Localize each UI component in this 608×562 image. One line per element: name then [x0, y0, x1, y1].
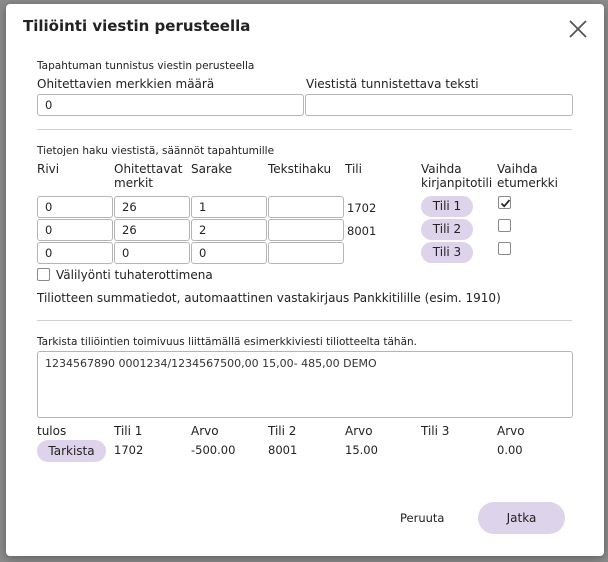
cancel-button[interactable]: Peruuta [400, 511, 444, 525]
skip-chars-input[interactable] [37, 94, 304, 116]
sample-message-textarea[interactable] [37, 351, 573, 418]
rule-column-input[interactable] [191, 196, 267, 218]
account1-header: Tili 1 [114, 424, 143, 438]
swap-account-1-button[interactable]: Tili 1 [421, 196, 473, 217]
check-section-label: Tarkista tiliöintien toimivuus liittämäl… [37, 336, 418, 348]
result-account1: 1702 [114, 443, 144, 457]
rule-row-input[interactable] [37, 196, 113, 218]
result-header: tulos [37, 424, 67, 438]
check-button[interactable]: Tarkista [37, 440, 106, 462]
rule-text-input[interactable] [268, 219, 344, 241]
divider [37, 129, 572, 130]
identify-text-label: Viestistä tunnistettava teksti [306, 77, 479, 91]
result-value2: 15.00 [345, 443, 378, 457]
thousands-separator-checkbox[interactable] [37, 268, 50, 281]
swap-account-2-button[interactable]: Tili 2 [421, 219, 473, 240]
dialog-title: Tiliöinti viestin perusteella [23, 17, 251, 35]
rule-text-input[interactable] [268, 196, 344, 218]
result-value1: -500.00 [191, 443, 236, 457]
rule-skip-input[interactable] [114, 219, 190, 241]
skip-chars-label: Ohitettavien merkkien määrä [37, 77, 215, 91]
header-swap-account: Vaihda kirjanpitotili [421, 162, 493, 190]
result-value3: 0.00 [497, 443, 523, 457]
rule-skip-input[interactable] [114, 196, 190, 218]
header-swap-sign: Vaihda etumerkki [497, 162, 558, 190]
rules-section-label: Tietojen haku viestistä, säännöt tapahtu… [37, 145, 275, 157]
rule-column-input[interactable] [191, 219, 267, 241]
swap-sign-checkbox-1[interactable] [498, 196, 511, 209]
close-icon[interactable] [567, 18, 589, 40]
header-account: Tili [345, 162, 362, 176]
thousands-separator-label: Välilyönti tuhaterottimena [56, 268, 213, 282]
value1-header: Arvo [191, 424, 219, 438]
rule-row-input[interactable] [37, 219, 113, 241]
header-text-search: Tekstihaku [268, 162, 332, 176]
account3-header: Tili 3 [421, 424, 450, 438]
check-icon [500, 199, 511, 208]
header-column: Sarake [191, 162, 233, 176]
value2-header: Arvo [345, 424, 373, 438]
swap-sign-checkbox-2[interactable] [498, 219, 511, 232]
continue-button[interactable]: Jatka [478, 502, 565, 534]
swap-account-3-button[interactable]: Tili 3 [421, 242, 473, 263]
rule-account-value: 1702 [347, 201, 377, 215]
rule-skip-input[interactable] [114, 242, 190, 264]
identification-section-label: Tapahtuman tunnistus viestin perusteella [37, 60, 255, 72]
divider [37, 320, 572, 321]
rule-row-input[interactable] [37, 242, 113, 264]
accounting-dialog: Tiliöinti viestin perusteella Tapahtuman… [6, 4, 604, 556]
value3-header: Arvo [497, 424, 525, 438]
swap-sign-checkbox-3[interactable] [498, 242, 511, 255]
summary-text: Tiliotteen summatiedot, automaattinen va… [37, 291, 501, 305]
identify-text-input[interactable] [305, 94, 573, 116]
header-row: Rivi [37, 162, 60, 176]
result-account2: 8001 [268, 443, 298, 457]
header-skip: Ohitettavat merkit [114, 162, 183, 190]
account2-header: Tili 2 [268, 424, 297, 438]
rule-text-input[interactable] [268, 242, 344, 264]
rule-account-value: 8001 [347, 224, 377, 238]
rule-column-input[interactable] [191, 242, 267, 264]
